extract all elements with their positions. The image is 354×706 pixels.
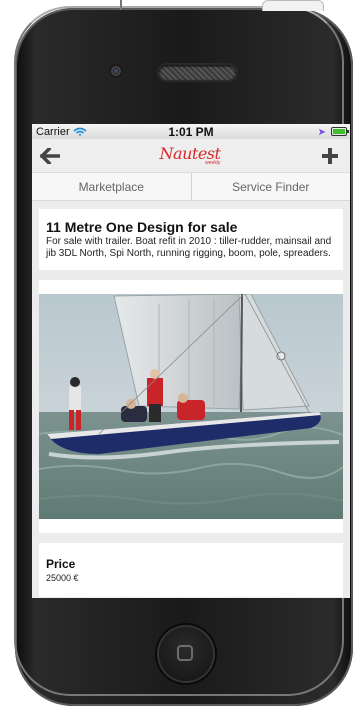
back-button[interactable] <box>36 142 64 170</box>
front-camera <box>111 66 121 76</box>
listing-title: 11 Metre One Design for sale <box>46 219 238 235</box>
tab-marketplace[interactable]: Marketplace <box>32 173 191 200</box>
status-bar: Carrier 1:01 PM ➤ <box>32 124 350 139</box>
listing-description: For sale with trailer. Boat refit in 201… <box>46 236 332 259</box>
earpiece-speaker <box>159 65 236 80</box>
screen: Carrier 1:01 PM ➤ Nautest weekly Marketp… <box>32 124 350 598</box>
price-card: Price 25000 € <box>39 543 343 597</box>
battery-icon <box>331 127 349 136</box>
phone-top-tick <box>120 0 122 10</box>
phone-top-clip <box>262 0 324 11</box>
boat-photo[interactable] <box>39 294 343 519</box>
tab-bar: Marketplace Service Finder <box>32 173 350 201</box>
price-label: Price <box>46 557 76 571</box>
listing-photo-card <box>39 280 343 533</box>
back-arrow-icon <box>40 147 60 164</box>
clock: 1:01 PM <box>168 124 214 139</box>
logo-tagline: weekly <box>205 159 221 166</box>
home-button[interactable] <box>157 625 215 683</box>
price-value: 25000 € <box>46 573 79 583</box>
plus-icon <box>321 147 338 164</box>
listing-summary-card[interactable]: 11 Metre One Design for sale For sale wi… <box>39 209 343 270</box>
nav-bar: Nautest weekly <box>32 139 350 173</box>
app-logo: Nautest weekly <box>160 145 221 166</box>
add-button[interactable] <box>316 142 344 170</box>
location-arrow-icon: ➤ <box>317 127 326 138</box>
tab-service-finder[interactable]: Service Finder <box>190 173 351 200</box>
